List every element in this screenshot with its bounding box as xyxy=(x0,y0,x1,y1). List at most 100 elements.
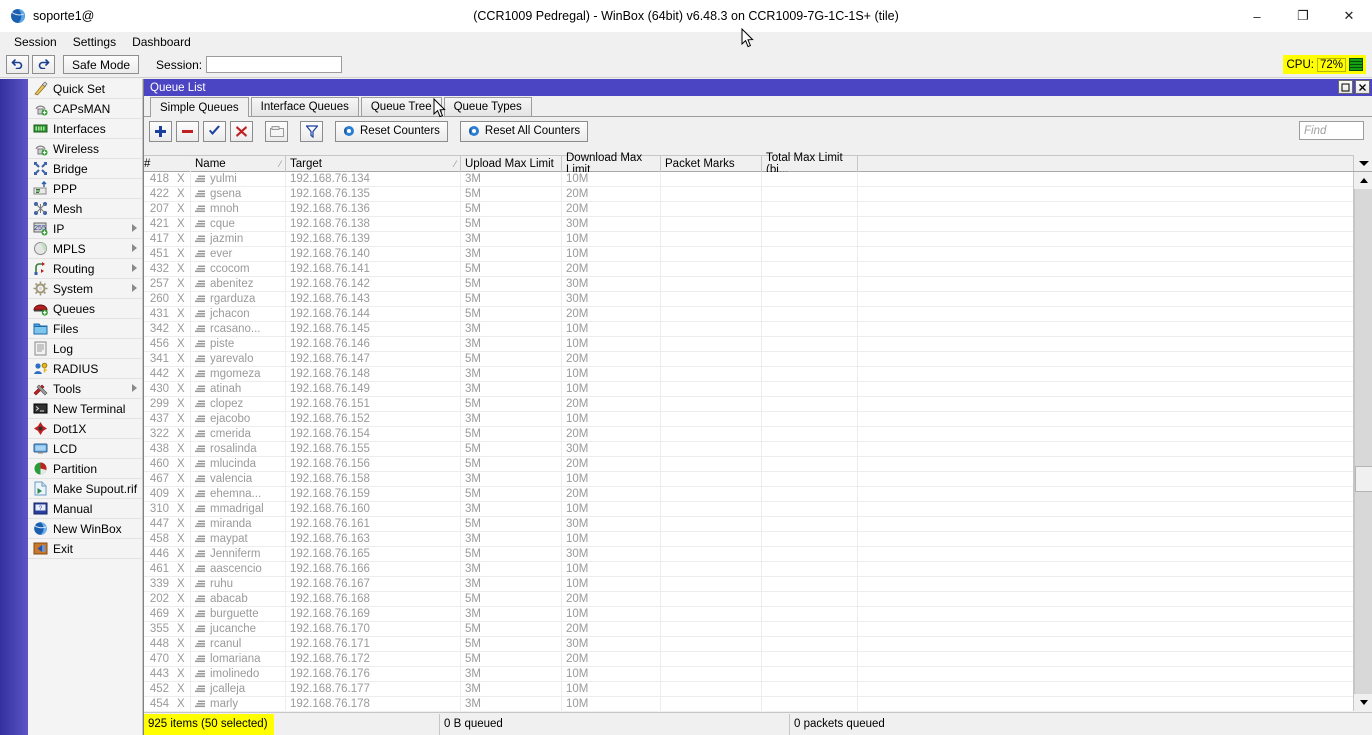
sidebar-item-log[interactable]: Log xyxy=(28,339,142,359)
table-row[interactable]: 431Xjchacon192.168.76.1445M20M xyxy=(144,307,1353,322)
sidebar-item-new-winbox[interactable]: New WinBox xyxy=(28,519,142,539)
remove-queue-button[interactable] xyxy=(176,121,199,142)
scrollbar-thumb[interactable] xyxy=(1355,466,1372,492)
queue-restore-button[interactable] xyxy=(1338,80,1353,94)
column-header-num[interactable]: # xyxy=(144,156,173,172)
column-header-flag[interactable] xyxy=(173,156,191,172)
menu-session[interactable]: Session xyxy=(6,33,65,51)
table-row[interactable]: 418Xyulmi192.168.76.1343M10M xyxy=(144,172,1353,187)
table-row[interactable]: 437Xejacobo192.168.76.1523M10M xyxy=(144,412,1353,427)
close-button[interactable]: ✕ xyxy=(1326,0,1372,32)
table-row[interactable]: 460Xmlucinda192.168.76.1565M20M xyxy=(144,457,1353,472)
column-header-name[interactable]: Name ⁄ xyxy=(191,156,286,172)
table-row[interactable]: 430Xatinah192.168.76.1493M10M xyxy=(144,382,1353,397)
table-row[interactable]: 322Xcmerida192.168.76.1545M20M xyxy=(144,427,1353,442)
sidebar-item-ip[interactable]: 255IP xyxy=(28,219,142,239)
scrollbar-track[interactable] xyxy=(1354,189,1372,694)
table-row[interactable]: 417Xjazmin192.168.76.1393M10M xyxy=(144,232,1353,247)
sidebar-item-radius[interactable]: RADIUS xyxy=(28,359,142,379)
column-header-download-max-limit[interactable]: Download Max Limit xyxy=(562,156,661,172)
table-row[interactable]: 461Xaascencio192.168.76.1663M10M xyxy=(144,562,1353,577)
table-row[interactable]: 257Xabenitez192.168.76.1425M30M xyxy=(144,277,1353,292)
tab-interface-queues[interactable]: Interface Queues xyxy=(251,97,359,116)
reset-all-counters-button[interactable]: Reset All Counters xyxy=(460,121,588,142)
filter-button[interactable] xyxy=(300,121,323,142)
undo-button[interactable] xyxy=(6,55,29,74)
table-row[interactable]: 456Xpiste192.168.76.1463M10M xyxy=(144,337,1353,352)
table-row[interactable]: 454Xmarly192.168.76.1783M10M xyxy=(144,697,1353,711)
sidebar-item-routing[interactable]: Routing xyxy=(28,259,142,279)
table-row[interactable]: 409Xehemna...192.168.76.1595M20M xyxy=(144,487,1353,502)
table-row[interactable]: 422Xgsena192.168.76.1355M20M xyxy=(144,187,1353,202)
sidebar-item-mesh[interactable]: Mesh xyxy=(28,199,142,219)
comment-button[interactable] xyxy=(265,121,288,142)
table-row[interactable]: 342Xrcasano...192.168.76.1453M10M xyxy=(144,322,1353,337)
queue-close-button[interactable] xyxy=(1355,80,1370,94)
table-row[interactable]: 260Xrgarduza192.168.76.1435M30M xyxy=(144,292,1353,307)
sidebar-item-system[interactable]: System xyxy=(28,279,142,299)
menu-dashboard[interactable]: Dashboard xyxy=(124,33,199,51)
table-row[interactable]: 469Xburguette192.168.76.1693M10M xyxy=(144,607,1353,622)
table-row[interactable]: 470Xlomariana192.168.76.1725M20M xyxy=(144,652,1353,667)
table-row[interactable]: 202Xabacab192.168.76.1685M20M xyxy=(144,592,1353,607)
redo-button[interactable] xyxy=(32,55,55,74)
sidebar-item-files[interactable]: Files xyxy=(28,319,142,339)
table-row[interactable]: 452Xjcalleja192.168.76.1773M10M xyxy=(144,682,1353,697)
sidebar-item-bridge[interactable]: Bridge xyxy=(28,159,142,179)
table-row[interactable]: 447Xmiranda192.168.76.1615M30M xyxy=(144,517,1353,532)
sidebar-item-queues[interactable]: Queues xyxy=(28,299,142,319)
column-header-packet-marks[interactable]: Packet Marks xyxy=(661,156,762,172)
table-row[interactable]: 299Xclopez192.168.76.1515M20M xyxy=(144,397,1353,412)
sidebar-item-wireless[interactable]: Wireless xyxy=(28,139,142,159)
radius-icon xyxy=(33,361,48,376)
sidebar-item-quick-set[interactable]: Quick Set xyxy=(28,79,142,99)
reset-counters-button[interactable]: Reset Counters xyxy=(335,121,448,142)
sidebar-item-tools[interactable]: Tools xyxy=(28,379,142,399)
table-row[interactable]: 207Xmnoh192.168.76.1365M20M xyxy=(144,202,1353,217)
minimize-button[interactable]: – xyxy=(1234,0,1280,32)
menu-settings[interactable]: Settings xyxy=(65,33,124,51)
tab-queue-tree[interactable]: Queue Tree xyxy=(361,97,442,116)
scroll-down-button[interactable] xyxy=(1354,694,1372,711)
table-row[interactable]: 339Xruhu192.168.76.1673M10M xyxy=(144,577,1353,592)
sidebar-item-interfaces[interactable]: Interfaces xyxy=(28,119,142,139)
table-row[interactable]: 355Xjucanche192.168.76.1705M20M xyxy=(144,622,1353,637)
table-row[interactable]: 448Xrcanul192.168.76.1715M30M xyxy=(144,637,1353,652)
table-row[interactable]: 451Xever192.168.76.1403M10M xyxy=(144,247,1353,262)
sidebar-item-exit[interactable]: Exit xyxy=(28,539,142,559)
table-row[interactable]: 310Xmmadrigal192.168.76.1603M10M xyxy=(144,502,1353,517)
table-row[interactable]: 446XJenniferm192.168.76.1655M30M xyxy=(144,547,1353,562)
sidebar-item-lcd[interactable]: LCD xyxy=(28,439,142,459)
session-input[interactable] xyxy=(206,56,342,73)
scroll-up-button[interactable] xyxy=(1354,172,1372,189)
sidebar-item-manual[interactable]: ?Manual xyxy=(28,499,142,519)
tab-simple-queues[interactable]: Simple Queues xyxy=(150,97,249,117)
sidebar-item-ppp[interactable]: PPP xyxy=(28,179,142,199)
enable-queue-button[interactable] xyxy=(203,121,226,142)
table-row[interactable]: 442Xmgomeza192.168.76.1483M10M xyxy=(144,367,1353,382)
sidebar-item-dot1x[interactable]: Dot1X xyxy=(28,419,142,439)
table-row[interactable]: 467Xvalencia192.168.76.1583M10M xyxy=(144,472,1353,487)
maximize-restore-button[interactable]: ❐ xyxy=(1280,0,1326,32)
disable-queue-button[interactable] xyxy=(230,121,253,142)
table-row[interactable]: 438Xrosalinda192.168.76.1555M30M xyxy=(144,442,1353,457)
table-row[interactable]: 421Xcque192.168.76.1385M30M xyxy=(144,217,1353,232)
table-row[interactable]: 341Xyarevalo192.168.76.1475M20M xyxy=(144,352,1353,367)
sidebar-item-partition[interactable]: Partition xyxy=(28,459,142,479)
add-queue-button[interactable] xyxy=(149,121,172,142)
sidebar-item-make-supout-rif[interactable]: Make Supout.rif xyxy=(28,479,142,499)
vertical-scrollbar[interactable] xyxy=(1353,172,1372,711)
table-row[interactable]: 443Ximolinedo192.168.76.1763M10M xyxy=(144,667,1353,682)
find-input[interactable]: Find xyxy=(1299,121,1364,140)
table-row[interactable]: 432Xccocom192.168.76.1415M20M xyxy=(144,262,1353,277)
table-row[interactable]: 458Xmaypat192.168.76.1633M10M xyxy=(144,532,1353,547)
sidebar-item-new-terminal[interactable]: New Terminal xyxy=(28,399,142,419)
column-chooser-button[interactable] xyxy=(1353,155,1372,171)
tab-queue-types[interactable]: Queue Types xyxy=(444,97,532,116)
column-header-upload-max-limit[interactable]: Upload Max Limit xyxy=(461,156,562,172)
column-header-total-max-limit[interactable]: Total Max Limit (bi... xyxy=(762,156,858,172)
safe-mode-button[interactable]: Safe Mode xyxy=(63,55,139,74)
sidebar-item-mpls[interactable]: MPLS xyxy=(28,239,142,259)
column-header-target[interactable]: Target ⁄ xyxy=(286,156,461,172)
sidebar-item-capsman[interactable]: CAPsMAN xyxy=(28,99,142,119)
